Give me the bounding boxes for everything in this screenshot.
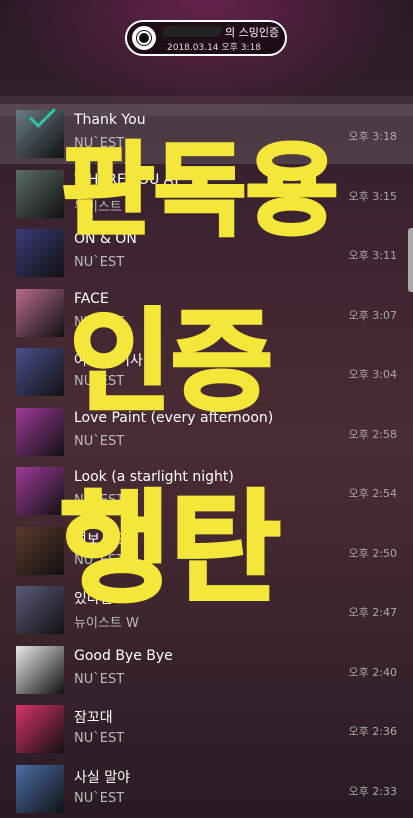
- song-row[interactable]: Look (a starlight night) NU`EST 오후 2:54: [0, 461, 413, 521]
- stream-cert-pill[interactable]: 의 스밍인증 2018.03.14 오후 3:18: [125, 20, 287, 56]
- album-art: [16, 348, 64, 396]
- song-title: ON & ON: [74, 231, 137, 247]
- song-artist: NU`EST: [74, 315, 124, 330]
- song-artist: NU`EST: [74, 255, 124, 270]
- song-artist: NU`EST: [74, 791, 124, 806]
- play-time: 오후 3:04: [349, 366, 397, 382]
- album-art: [16, 229, 64, 277]
- song-title: 여왕의 기사: [74, 350, 143, 370]
- song-row[interactable]: FACE NU`EST 오후 3:07: [0, 283, 413, 343]
- album-art: [16, 646, 64, 694]
- song-title: Good Bye Bye: [74, 648, 173, 664]
- scrollbar[interactable]: [408, 228, 413, 292]
- song-title: Look (a starlight night): [74, 469, 234, 485]
- song-title: 여보세요: [74, 529, 126, 549]
- play-time: 오후 2:40: [349, 664, 397, 680]
- pill-date: 2018.03.14 오후 3:18: [167, 40, 261, 53]
- song-artist: NU`EST: [74, 731, 124, 746]
- song-artist: 뉴이스트 W: [74, 612, 139, 631]
- play-time: 오후 2:54: [349, 485, 397, 501]
- pill-title: 의 스밍인증: [163, 24, 283, 40]
- song-row[interactable]: 사실 말야 NU`EST 오후 2:33: [0, 759, 413, 818]
- song-artist: NU`EST: [74, 553, 124, 568]
- album-art: [16, 527, 64, 575]
- play-time: 오후 3:15: [349, 188, 397, 204]
- song-list: Thank You NU`EST 오후 3:18 WHERE YOU AT 뉴이스트 W…: [0, 104, 413, 818]
- play-time: 오후 2:36: [349, 723, 397, 739]
- song-title: FACE: [74, 291, 109, 307]
- album-art: [16, 765, 64, 813]
- play-time: 오후 2:50: [349, 545, 397, 561]
- song-row[interactable]: 여보세요 NU`EST 오후 2:50: [0, 521, 413, 581]
- song-row[interactable]: ON & ON NU`EST 오후 3:11: [0, 223, 413, 283]
- song-title: 사실 말야: [74, 767, 130, 787]
- play-time: 오후 3:18: [349, 128, 397, 144]
- song-row[interactable]: 잠꼬대 NU`EST 오후 2:36: [0, 699, 413, 759]
- song-row[interactable]: 있다면뉴이스트 W 오후 2:47: [0, 580, 413, 640]
- play-time: 오후 2:33: [349, 783, 397, 799]
- song-title: 잠꼬대: [74, 707, 113, 727]
- album-art: [16, 408, 64, 456]
- song-row[interactable]: Love Paint (every afternoon) NU`EST 오후 2:5…: [0, 402, 413, 462]
- album-art: [16, 289, 64, 337]
- song-row[interactable]: WHERE YOU AT 뉴이스트 W 오후 3:15: [0, 164, 413, 224]
- song-artist: NU`EST: [74, 434, 124, 449]
- play-time: 오후 2:47: [349, 604, 397, 620]
- song-title: WHERE YOU AT: [74, 172, 181, 188]
- song-row[interactable]: Thank You NU`EST 오후 3:18: [0, 104, 413, 164]
- album-art: [16, 170, 64, 218]
- redacted-name: [161, 26, 223, 37]
- album-art: [16, 705, 64, 753]
- song-artist: NU`EST: [74, 374, 124, 389]
- song-artist: 뉴이스트 W: [74, 196, 139, 215]
- song-title: Love Paint (every afternoon): [74, 410, 273, 426]
- song-title: Thank You: [74, 112, 146, 128]
- album-art: [16, 467, 64, 515]
- play-time: 오후 3:07: [349, 307, 397, 323]
- song-artist: NU`EST: [74, 672, 124, 687]
- song-title: 있다면: [74, 588, 113, 608]
- song-artist: NU`EST: [74, 493, 124, 508]
- album-art: [16, 586, 64, 634]
- play-time: 오후 3:11: [349, 247, 397, 263]
- song-row[interactable]: Good Bye Bye NU`EST 오후 2:40: [0, 640, 413, 700]
- play-time: 오후 2:58: [349, 426, 397, 442]
- disc-icon: [132, 26, 156, 50]
- song-artist: NU`EST: [74, 136, 124, 151]
- song-row[interactable]: 여왕의 기사 NU`EST 오후 3:04: [0, 342, 413, 402]
